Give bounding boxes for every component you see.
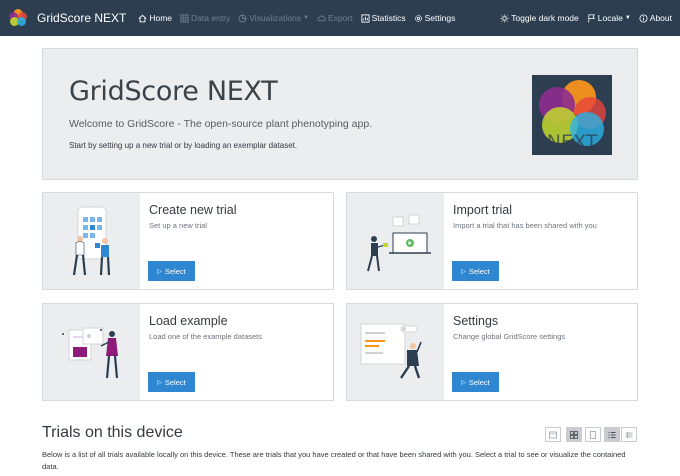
about-label: About xyxy=(649,13,672,23)
play-icon: ▷ xyxy=(157,268,162,275)
nav-visualizations-label: Visualizations xyxy=(249,13,302,23)
nav-export-label: Export xyxy=(328,13,353,23)
view-table-button[interactable] xyxy=(621,427,637,442)
card-load-example: Load example Load one of the example dat… xyxy=(42,303,334,401)
card-title: Settings xyxy=(453,314,499,328)
import-trial-select-button[interactable]: ▷ Select xyxy=(452,261,499,281)
nav-home[interactable]: Home xyxy=(138,13,172,23)
grid-view-icon xyxy=(570,430,578,439)
select-label: Select xyxy=(164,266,186,276)
view-card-button[interactable] xyxy=(545,427,561,442)
sun-icon xyxy=(500,13,509,23)
nav-statistics-label: Statistics xyxy=(371,13,406,23)
cloud-upload-icon xyxy=(317,15,326,21)
card-import-trial: Import trial Import a trial that has bee… xyxy=(346,192,638,290)
gridscore-logo-icon xyxy=(9,9,27,26)
gridscore-next-logo: NEXT xyxy=(532,75,612,155)
card-settings: Settings Change global GridScore setting… xyxy=(346,303,638,401)
welcome-subtext: Start by setting up a new trial or by lo… xyxy=(69,141,298,150)
info-icon xyxy=(639,13,648,23)
list-view-icon xyxy=(608,431,616,438)
nav-data-entry[interactable]: Data entry xyxy=(180,13,230,23)
chart-icon xyxy=(238,14,247,22)
view-grid-button[interactable] xyxy=(566,427,582,442)
view-list-button[interactable] xyxy=(604,427,620,442)
grid-icon xyxy=(180,13,189,23)
brand-text: GridScore NEXT xyxy=(37,11,127,25)
single-view-icon xyxy=(590,430,596,439)
create-trial-select-button[interactable]: ▷ Select xyxy=(148,261,195,281)
logo-next-text: NEXT xyxy=(547,131,598,153)
flag-icon xyxy=(588,13,595,23)
home-icon xyxy=(138,14,147,22)
nav-home-label: Home xyxy=(149,13,173,23)
play-icon: ▷ xyxy=(461,268,466,275)
settings-illustration xyxy=(347,304,444,400)
view-single-button[interactable] xyxy=(585,427,601,442)
trials-heading: Trials on this device xyxy=(42,424,183,441)
nav-settings-label: Settings xyxy=(424,13,456,23)
nav-settings[interactable]: Settings xyxy=(414,13,456,23)
select-label: Select xyxy=(468,377,490,387)
card-title: Import trial xyxy=(453,203,513,217)
dark-mode-label: Toggle dark mode xyxy=(511,13,579,23)
import-trial-illustration xyxy=(347,193,444,289)
chevron-down-icon: ▼ xyxy=(303,15,310,21)
load-example-select-button[interactable]: ▷ Select xyxy=(148,372,195,392)
nav-export[interactable]: Export xyxy=(317,13,353,23)
card-view-icon xyxy=(549,431,557,438)
locale-label: Locale xyxy=(597,13,623,23)
gear-icon xyxy=(414,14,422,22)
page-title: GridScore NEXT xyxy=(69,76,278,107)
card-subtitle: Load one of the example datasets xyxy=(149,332,262,341)
nav-statistics[interactable]: Statistics xyxy=(361,13,406,23)
card-subtitle: Change global GridScore settings xyxy=(453,332,566,341)
play-icon: ▷ xyxy=(157,379,162,386)
locale-dropdown[interactable]: Locale ▼ xyxy=(587,13,631,23)
about-link[interactable]: About xyxy=(639,13,672,23)
card-subtitle: Set up a new trial xyxy=(149,221,207,230)
select-label: Select xyxy=(468,266,490,276)
settings-select-button[interactable]: ▷ Select xyxy=(452,372,499,392)
play-icon: ▷ xyxy=(461,379,466,386)
chevron-down-icon: ▼ xyxy=(624,15,631,21)
statistics-icon xyxy=(361,13,370,23)
nav-data-entry-label: Data entry xyxy=(191,13,231,23)
navbar: GridScore NEXT Home Data entry Visualiza… xyxy=(0,0,680,36)
nav-visualizations[interactable]: Visualizations ▼ xyxy=(238,13,309,23)
card-create-trial: Create new trial Set up a new trial ▷ Sel… xyxy=(42,192,334,290)
card-title: Load example xyxy=(149,314,228,328)
welcome-lead: Welcome to GridScore - The open-source p… xyxy=(69,118,373,130)
brand[interactable]: GridScore NEXT xyxy=(8,8,138,28)
load-example-illustration xyxy=(43,304,140,400)
select-label: Select xyxy=(164,377,186,387)
welcome-jumbotron: GridScore NEXT Welcome to GridScore - Th… xyxy=(42,48,638,180)
create-trial-illustration xyxy=(43,193,140,289)
toggle-dark-mode-button[interactable]: Toggle dark mode xyxy=(500,13,579,23)
card-title: Create new trial xyxy=(149,203,237,217)
trials-description: Below is a list of all trials available … xyxy=(42,450,626,471)
card-subtitle: Import a trial that has been shared with… xyxy=(453,221,597,230)
table-view-icon xyxy=(625,431,633,438)
